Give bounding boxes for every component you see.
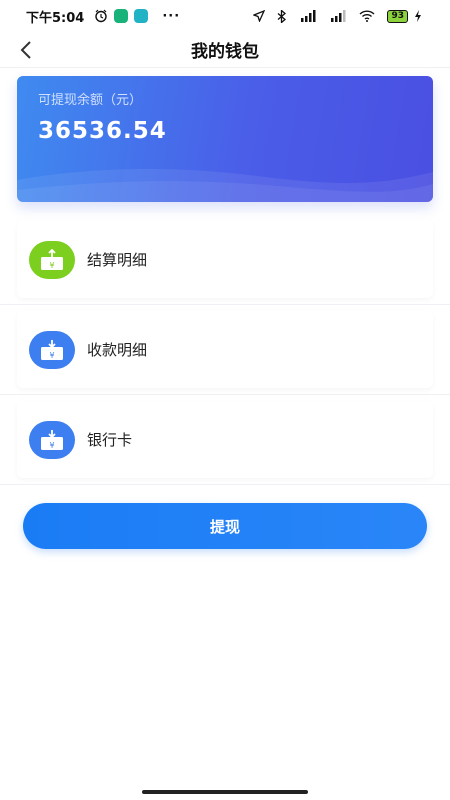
menu-item-label: 银行卡 — [87, 431, 133, 449]
settlement-icon: ¥ — [29, 240, 75, 279]
menu-item-panel — [17, 401, 433, 478]
nav-bar: 我的钱包 — [0, 32, 450, 68]
alarm-icon — [94, 9, 108, 23]
signal-hd-icon — [329, 10, 347, 22]
status-bar: 下午5:04 ··· 93 — [0, 0, 450, 32]
status-time: 下午5:04 — [26, 10, 85, 26]
balance-value: 36536.54 — [38, 118, 167, 144]
balance-label: 可提现余额（元） — [38, 93, 143, 108]
svg-text:¥: ¥ — [49, 261, 54, 270]
menu-item-label: 收款明细 — [87, 341, 148, 359]
app-badge-green-icon — [114, 9, 129, 23]
menu-item-label: 结算明细 — [87, 251, 148, 269]
balance-card: 可提现余额（元） 36536.54 — [17, 76, 433, 202]
menu-item-panel — [17, 221, 433, 298]
chevron-left-icon — [20, 41, 31, 59]
signal-hd-icon — [299, 10, 317, 22]
page-title: 我的钱包 — [191, 42, 259, 62]
more-dots-icon: ··· — [162, 8, 181, 24]
wifi-icon — [359, 10, 375, 22]
menu-item-settlement[interactable]: ¥ 结算明细 — [0, 215, 450, 305]
svg-text:¥: ¥ — [49, 441, 54, 450]
svg-text:¥: ¥ — [49, 351, 54, 360]
app-badge-teal-icon — [134, 9, 149, 23]
location-icon — [253, 10, 266, 22]
status-right: 93 — [253, 9, 428, 23]
status-left: 下午5:04 ··· — [26, 7, 180, 26]
menu-item-receipt[interactable]: ¥ 收款明细 — [0, 305, 450, 395]
menu-item-bank-card[interactable]: ¥ 银行卡 — [0, 395, 450, 485]
card-wave-decoration — [17, 168, 433, 202]
bluetooth-icon — [277, 9, 287, 23]
receipt-icon: ¥ — [29, 330, 75, 369]
back-button[interactable] — [14, 38, 38, 62]
menu-item-panel — [17, 311, 433, 388]
home-indicator[interactable] — [142, 790, 308, 794]
battery-icon: 93 — [387, 9, 408, 23]
charging-icon — [414, 10, 422, 22]
bank-card-icon: ¥ — [29, 420, 75, 459]
withdraw-button[interactable]: 提现 — [23, 503, 427, 549]
